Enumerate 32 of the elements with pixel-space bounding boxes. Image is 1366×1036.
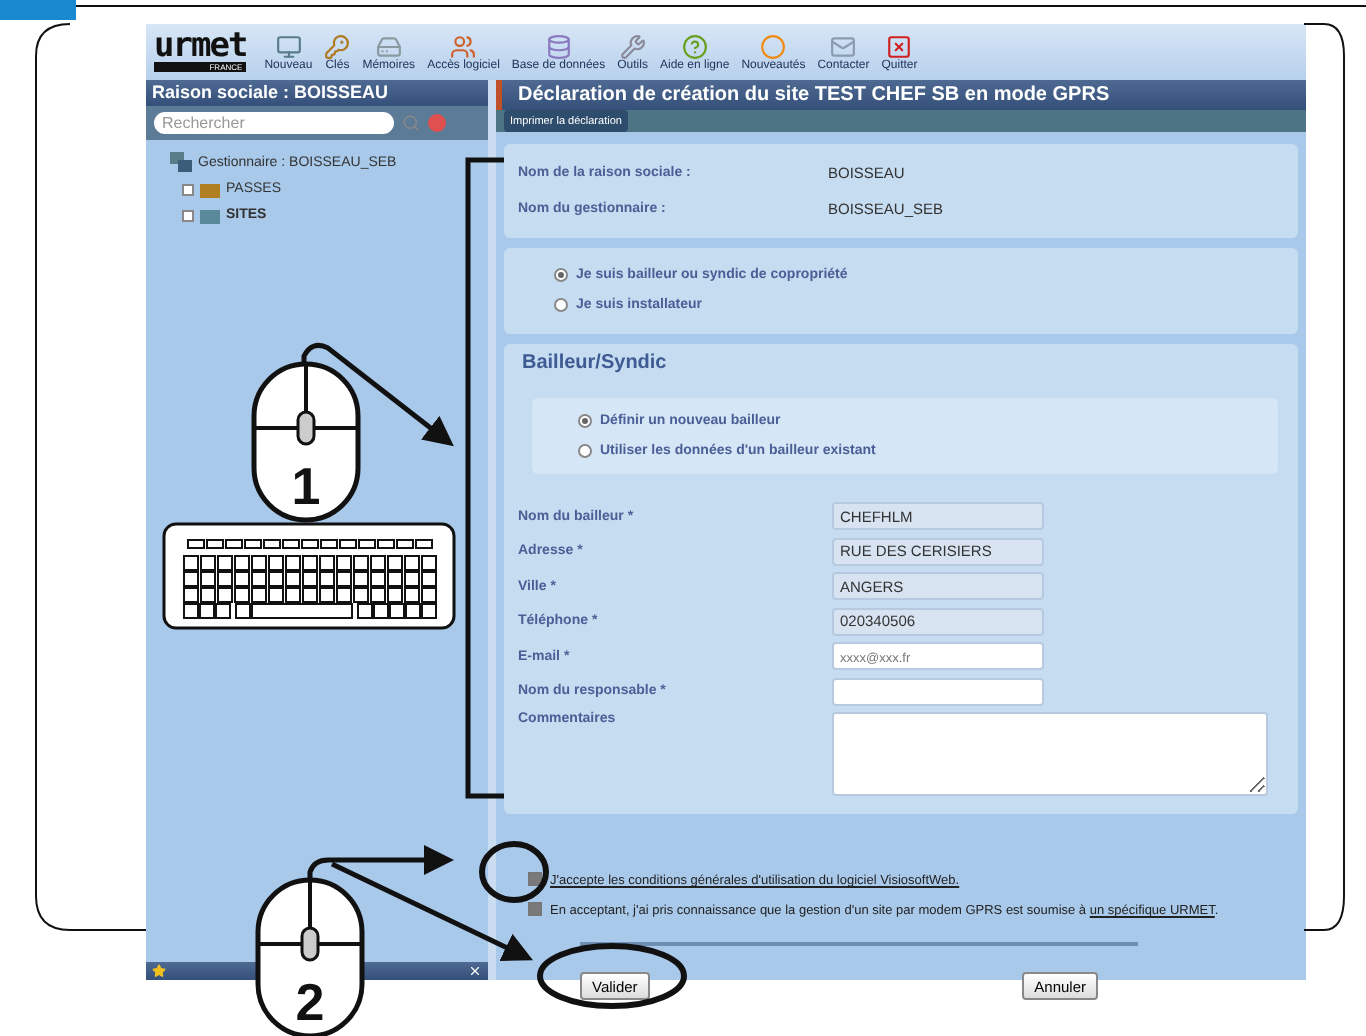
drive-icon — [375, 33, 402, 59]
radio-button[interactable] — [578, 414, 592, 428]
search-field[interactable]: Rechercher — [154, 112, 394, 134]
sidebar-title: Raison sociale : BOISSEAU — [146, 80, 488, 106]
radio-button[interactable] — [578, 444, 592, 458]
wrench-icon — [619, 33, 646, 59]
mail-icon — [830, 33, 857, 59]
radio-button[interactable] — [554, 298, 568, 312]
radio-button[interactable] — [554, 268, 568, 282]
star-icon — [152, 964, 166, 978]
manager-icon — [170, 152, 192, 172]
page-title: Déclaration de création du site TEST CHEF SB en mode GPRS — [496, 80, 1306, 110]
key-icon — [324, 33, 351, 59]
expand-icon[interactable] — [182, 209, 194, 221]
comments-field[interactable] — [832, 712, 1268, 796]
step-number: 1 — [291, 456, 321, 516]
ball-icon — [760, 33, 787, 59]
monitor-icon — [275, 33, 302, 59]
expand-icon[interactable] — [182, 183, 194, 195]
highlight-ellipse — [479, 841, 549, 903]
step-number: 2 — [295, 972, 325, 1032]
logo: urmet — [154, 32, 247, 62]
checkbox[interactable] — [528, 902, 542, 916]
people-icon — [450, 33, 477, 59]
checkbox[interactable] — [528, 872, 542, 886]
help-icon — [681, 33, 708, 59]
database-icon — [545, 33, 572, 59]
close-icon — [886, 33, 913, 59]
close-icon[interactable] — [468, 964, 482, 978]
section-title: Bailleur/Syndic — [520, 352, 669, 374]
input-field[interactable] — [832, 677, 1044, 705]
section-tab — [0, 0, 76, 20]
